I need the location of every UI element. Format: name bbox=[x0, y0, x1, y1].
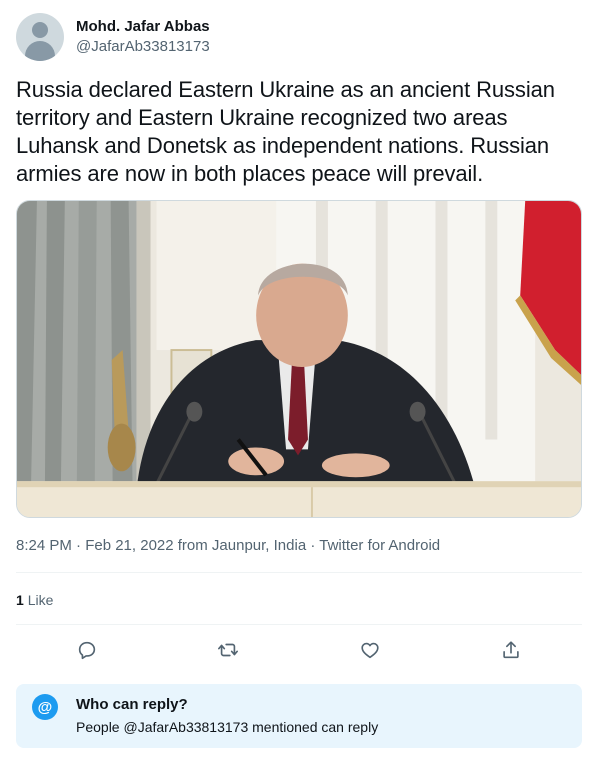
tweet-metadata[interactable]: 8:24 PM · Feb 21, 2022 from Jaunpur, Ind… bbox=[16, 536, 440, 556]
tweet-header: Mohd. Jafar Abbas @JafarAb33813173 bbox=[16, 12, 210, 62]
reply-button[interactable] bbox=[69, 632, 105, 668]
like-count: 1 bbox=[16, 592, 24, 608]
avatar[interactable] bbox=[16, 13, 64, 61]
share-button[interactable] bbox=[493, 632, 529, 668]
like-count-stat[interactable]: 1 Like bbox=[16, 590, 53, 610]
tweet-text: Russia declared Eastern Ukraine as an an… bbox=[16, 77, 555, 186]
reply-icon bbox=[78, 641, 95, 660]
author-display-name[interactable]: Mohd. Jafar Abbas bbox=[76, 17, 210, 37]
mention-icon: @ bbox=[32, 694, 58, 720]
reply-restriction-notice: @ Who can reply? People @JafarAb33813173… bbox=[16, 684, 582, 748]
retweet-icon bbox=[218, 643, 239, 657]
like-button[interactable] bbox=[352, 632, 388, 668]
avatar-default-icon bbox=[32, 22, 48, 38]
divider bbox=[16, 624, 582, 625]
like-icon bbox=[361, 642, 379, 659]
author-names: Mohd. Jafar Abbas @JafarAb33813173 bbox=[76, 17, 210, 57]
like-label: Like bbox=[27, 592, 54, 608]
author-handle[interactable]: @JafarAb33813173 bbox=[76, 37, 210, 57]
tweet-actions bbox=[16, 630, 582, 670]
reply-title: Who can reply? bbox=[76, 696, 188, 713]
share-icon bbox=[503, 641, 519, 659]
retweet-button[interactable] bbox=[210, 632, 246, 668]
divider bbox=[16, 572, 582, 573]
reply-subtitle: People @JafarAb33813173 mentioned can re… bbox=[76, 719, 379, 735]
tweet-photo[interactable] bbox=[16, 200, 582, 518]
photo-signing-document bbox=[17, 201, 581, 517]
